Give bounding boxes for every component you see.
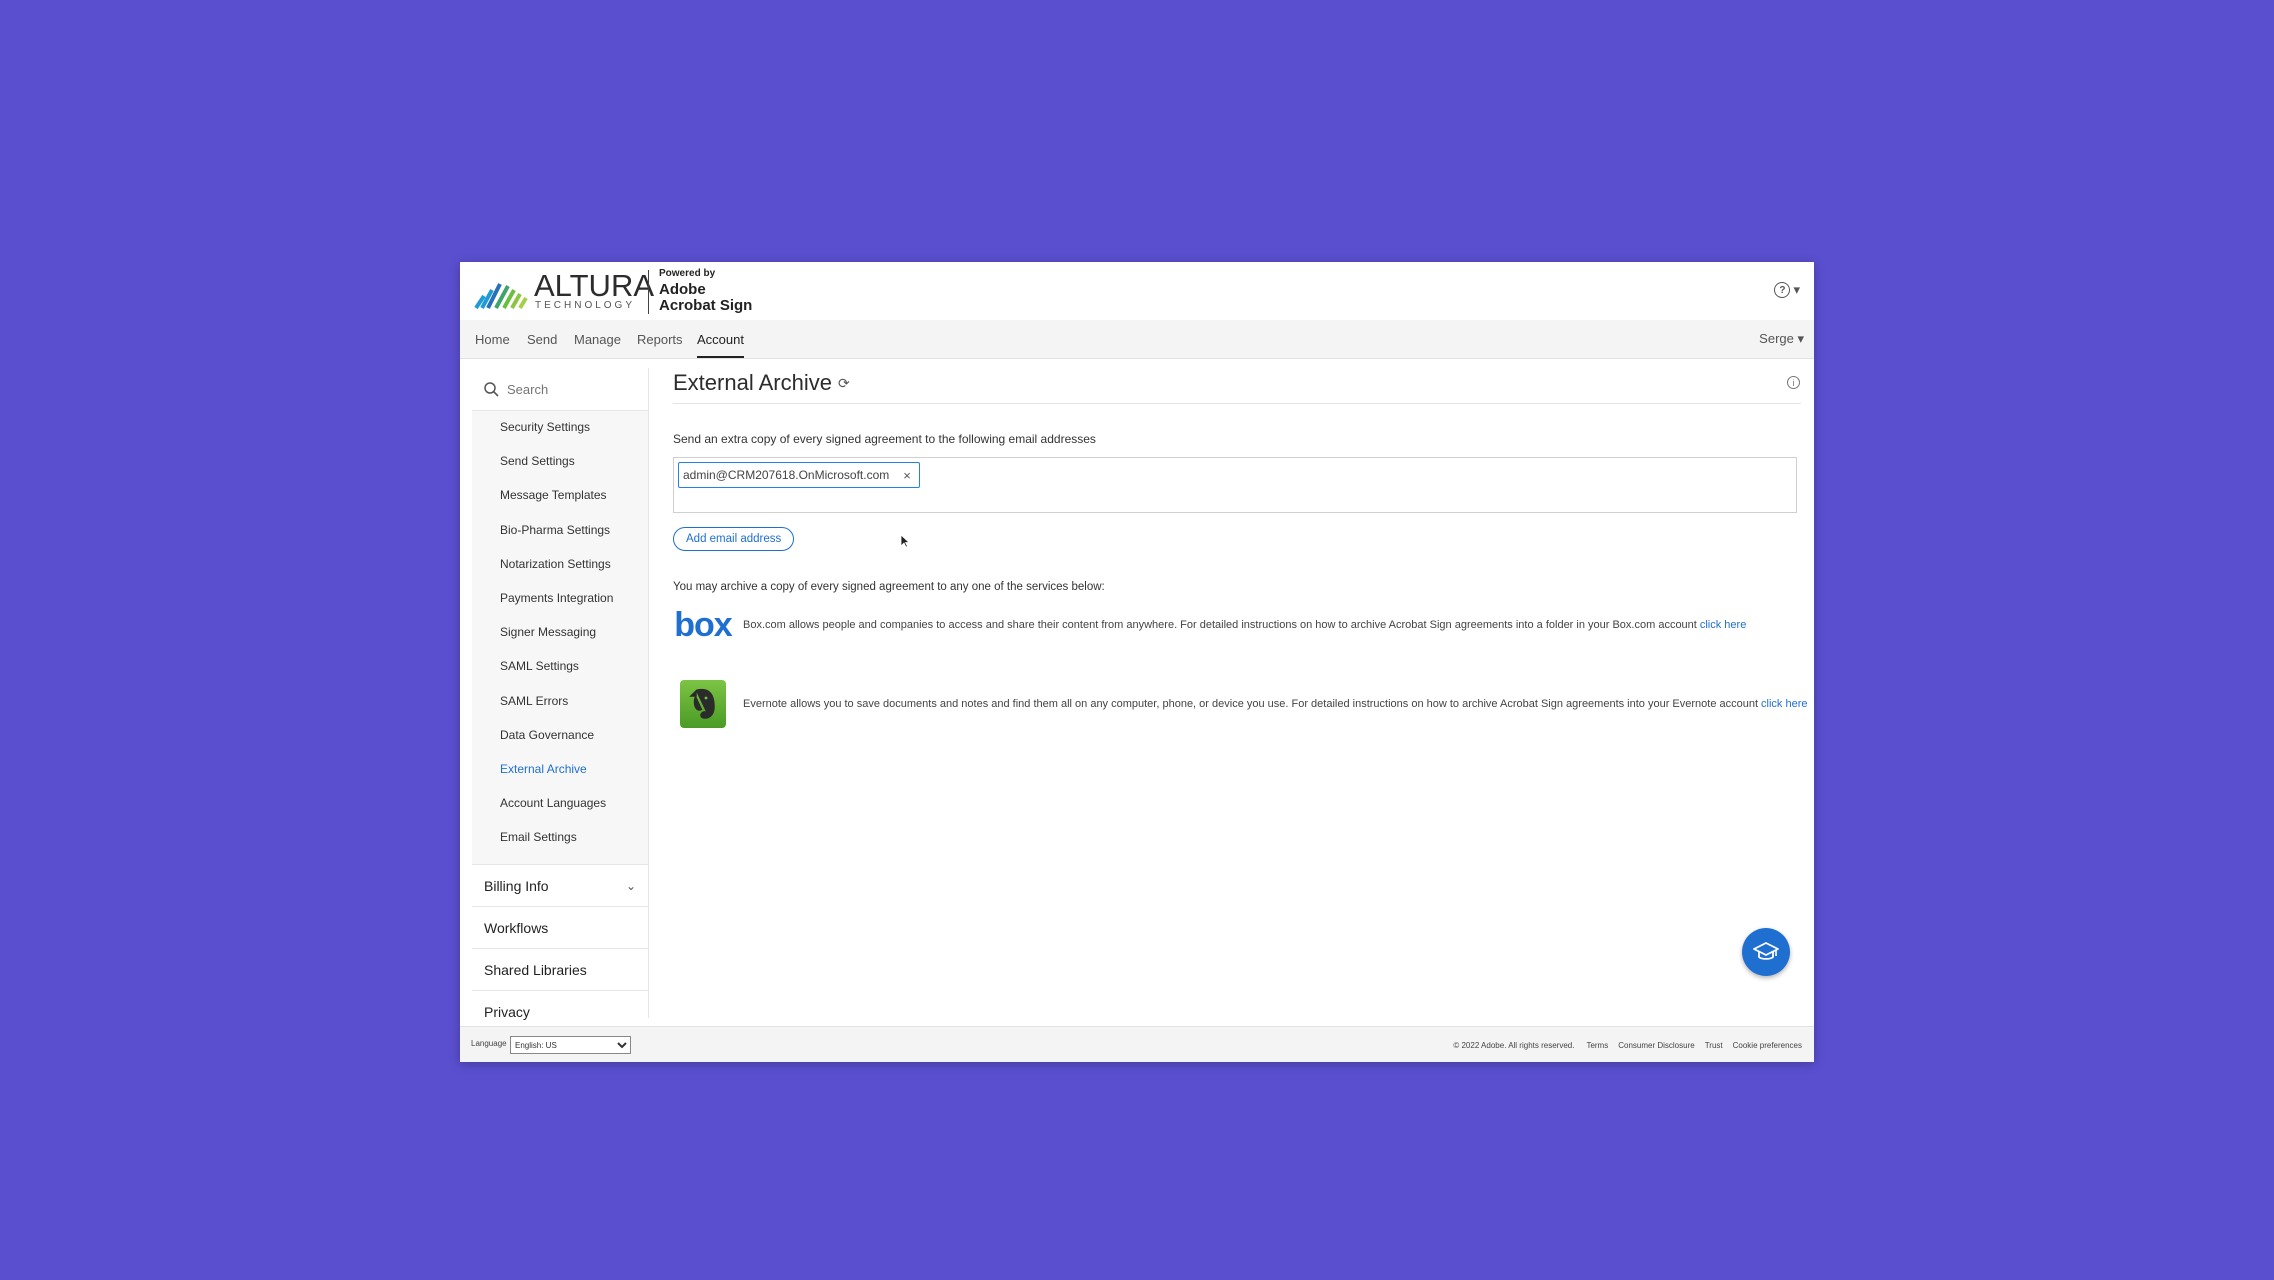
search-input[interactable]	[505, 380, 629, 398]
chevron-down-icon: ⌄	[625, 879, 636, 893]
sidebar-item-external-archive[interactable]: External Archive	[472, 752, 648, 786]
box-description: Box.com allows people and companies to a…	[743, 619, 1697, 631]
footer-links: © 2022 Adobe. All rights reserved. Terms…	[1453, 1041, 1802, 1050]
app-header: ALTURA TECHNOLOGY Powered by Adobe Acrob…	[460, 262, 1814, 321]
evernote-icon	[680, 680, 726, 728]
footer-link-terms[interactable]: Terms	[1586, 1041, 1608, 1050]
altura-logo-icon	[474, 283, 528, 310]
brand-name: ALTURA	[534, 268, 655, 303]
language-label: Language	[471, 1039, 507, 1048]
nav-send[interactable]: Send	[527, 332, 557, 347]
sidebar-item-send-settings[interactable]: Send Settings	[472, 444, 648, 478]
nav-reports[interactable]: Reports	[637, 332, 683, 347]
nav-account[interactable]: Account	[697, 332, 744, 358]
help-icon: ?	[1774, 282, 1791, 298]
add-email-address-button[interactable]: Add email address	[673, 527, 795, 551]
box-logo-icon: box	[674, 606, 732, 644]
close-icon[interactable]: ×	[903, 468, 911, 483]
sidebar-section-workflows[interactable]: Workflows	[472, 906, 648, 948]
sidebar-item-notarization-settings[interactable]: Notarization Settings	[472, 547, 648, 581]
sidebar-item-account-languages[interactable]: Account Languages	[472, 786, 648, 820]
app-window: ALTURA TECHNOLOGY Powered by Adobe Acrob…	[460, 262, 1814, 1062]
copyright-text: © 2022 Adobe. All rights reserved.	[1453, 1041, 1575, 1050]
page-title-text: External Archive	[673, 370, 832, 395]
chevron-down-icon: ▾	[1793, 282, 1800, 297]
logo-divider	[648, 270, 649, 314]
nav-home[interactable]: Home	[475, 332, 510, 347]
sidebar-item-saml-settings[interactable]: SAML Settings	[472, 649, 648, 683]
email-address-field[interactable]: admin@CRM207618.OnMicrosoft.com ×	[673, 457, 1797, 513]
language-select[interactable]: English: US	[510, 1036, 631, 1054]
sidebar-item-saml-errors[interactable]: SAML Errors	[472, 684, 648, 718]
nav-manage[interactable]: Manage	[574, 332, 621, 347]
box-service-row: box Box.com allows people and companies …	[673, 608, 1746, 642]
sidebar-item-payments-integration[interactable]: Payments Integration	[472, 581, 648, 615]
section-label: Billing Info	[484, 878, 549, 894]
account-settings-list: Security Settings Send Settings Message …	[472, 410, 648, 854]
email-instruction: Send an extra copy of every signed agree…	[673, 432, 1096, 446]
brand-sub: TECHNOLOGY	[535, 300, 636, 311]
email-chip: admin@CRM207618.OnMicrosoft.com ×	[678, 462, 920, 488]
powered-by-block: Powered by Adobe Acrobat Sign	[659, 268, 753, 314]
sidebar-item-email-settings[interactable]: Email Settings	[472, 820, 648, 854]
sidebar-section-billing-info[interactable]: Billing Info ⌄	[472, 864, 648, 906]
evernote-description: Evernote allows you to save documents an…	[743, 698, 1759, 710]
sidebar-section-shared-libraries[interactable]: Shared Libraries	[472, 948, 648, 990]
top-nav: Home Send Manage Reports Account Serge ▾	[460, 320, 1814, 359]
footer-link-trust[interactable]: Trust	[1705, 1041, 1723, 1050]
info-icon[interactable]: i	[1787, 376, 1800, 389]
page-title: External Archive ⟳	[673, 370, 850, 396]
learning-center-button[interactable]	[1742, 928, 1790, 976]
sidebar-search	[472, 368, 648, 411]
sidebar-item-data-governance[interactable]: Data Governance	[472, 718, 648, 752]
product-name-line1: Adobe	[659, 281, 706, 298]
footer-link-consumer-disclosure[interactable]: Consumer Disclosure	[1618, 1041, 1694, 1050]
sidebar-item-bio-pharma-settings[interactable]: Bio-Pharma Settings	[472, 513, 648, 547]
sidebar-item-signer-messaging[interactable]: Signer Messaging	[472, 615, 648, 649]
title-divider	[673, 403, 1801, 404]
settings-sidebar: Security Settings Send Settings Message …	[472, 368, 649, 1032]
evernote-click-here-link[interactable]: click here	[1761, 698, 1807, 710]
search-icon	[484, 381, 499, 397]
refresh-icon[interactable]: ⟳	[838, 375, 850, 392]
graduation-cap-icon	[1753, 942, 1779, 960]
archive-intro: You may archive a copy of every signed a…	[673, 581, 1105, 593]
box-click-here-link[interactable]: click here	[1700, 619, 1746, 631]
sidebar-item-security-settings[interactable]: Security Settings	[472, 410, 648, 444]
product-name-line2: Acrobat Sign	[659, 297, 753, 314]
evernote-service-row: Evernote allows you to save documents an…	[673, 680, 1808, 728]
mouse-cursor-icon	[900, 534, 910, 548]
powered-by-label: Powered by	[659, 268, 716, 279]
footer-link-cookie-preferences[interactable]: Cookie preferences	[1733, 1041, 1802, 1050]
sidebar-item-message-templates[interactable]: Message Templates	[472, 478, 648, 512]
app-footer: Language English: US © 2022 Adobe. All r…	[460, 1026, 1814, 1062]
help-menu[interactable]: ? ▾	[1774, 282, 1800, 298]
user-menu[interactable]: Serge ▾	[1759, 331, 1804, 347]
email-chip-label: admin@CRM207618.OnMicrosoft.com	[683, 468, 890, 482]
